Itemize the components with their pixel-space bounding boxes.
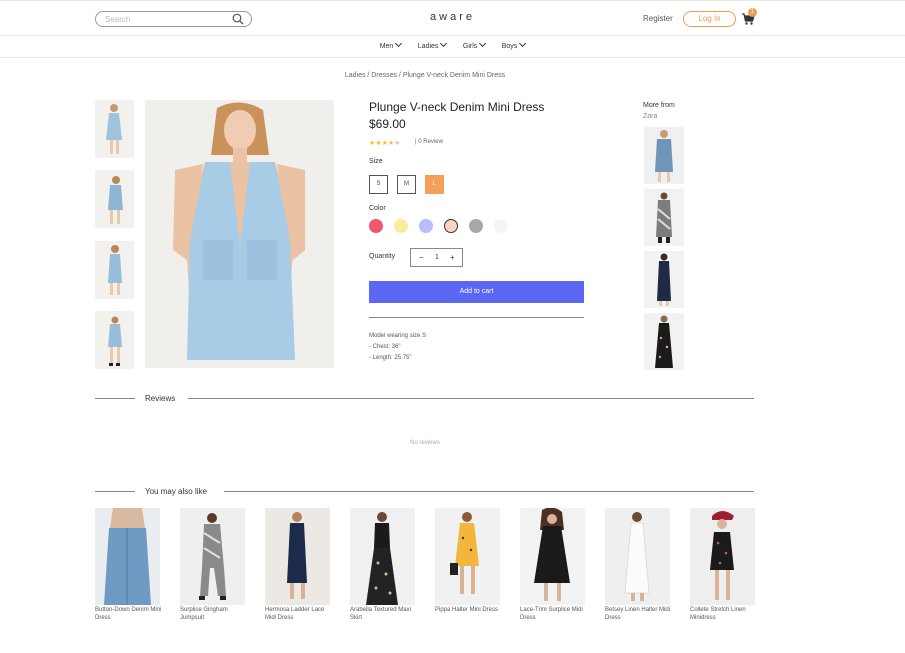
- chevron-down-icon: [479, 39, 487, 48]
- product-thumbnail[interactable]: [95, 241, 134, 299]
- color-swatch-white[interactable]: [494, 219, 508, 233]
- color-swatch-grey[interactable]: [469, 219, 483, 233]
- recommended-product-name[interactable]: Betsey Linen Halter Midi Dress: [605, 606, 675, 622]
- product-details: Model wearing size S - Chest: 36" - Leng…: [369, 331, 426, 364]
- also-like-title: You may also like: [145, 487, 207, 496]
- recommended-product-image[interactable]: [435, 508, 500, 605]
- more-from-brand[interactable]: Zara: [643, 111, 675, 122]
- section-line: [95, 491, 135, 492]
- detail-line: Model wearing size S: [369, 333, 427, 339]
- more-from-product[interactable]: [644, 251, 684, 308]
- star-icon: ★: [394, 140, 401, 147]
- recommended-product-name[interactable]: Arabella Textured Maxi Skirt: [350, 606, 420, 622]
- size-label: Size: [369, 158, 383, 165]
- divider: [369, 317, 584, 318]
- more-from-heading: More from Zara: [643, 100, 675, 122]
- color-swatch-peach[interactable]: [444, 219, 458, 233]
- quantity-label: Quantity: [369, 253, 396, 260]
- detail-line: - Chest: 36": [369, 344, 401, 350]
- product-thumbnail[interactable]: [95, 100, 134, 158]
- chevron-down-icon: [440, 39, 448, 48]
- size-option-l[interactable]: L: [425, 175, 444, 194]
- recommended-product-name[interactable]: Hermosa Ladder Lace Midi Dress: [265, 606, 335, 622]
- minus-icon[interactable]: −: [419, 249, 424, 266]
- nav-label: Ladies: [417, 43, 439, 50]
- color-swatch-yellow[interactable]: [394, 219, 408, 233]
- recommended-product-name[interactable]: Lace-Trim Surplice Midi Dress: [520, 606, 590, 622]
- quantity-stepper: − 1 +: [410, 248, 463, 267]
- recommended-product-image[interactable]: [180, 508, 245, 605]
- recommended-product-image[interactable]: [605, 508, 670, 605]
- more-from-product[interactable]: [644, 313, 684, 370]
- nav-item-boys[interactable]: Boys: [501, 37, 527, 57]
- product-thumbnail[interactable]: [95, 311, 134, 369]
- rating-stars: ★★★★★: [369, 139, 400, 147]
- recommended-product-name[interactable]: Collete Stretch Linen Minidress: [690, 606, 760, 622]
- nav-item-girls[interactable]: Girls: [462, 37, 487, 57]
- recommended-product-name[interactable]: Surplice Gingham Jumpsuit: [180, 606, 250, 622]
- recommended-product-image[interactable]: [520, 508, 585, 605]
- more-from-title: More from: [643, 102, 675, 109]
- nav-item-men[interactable]: Men: [379, 37, 403, 57]
- color-label: Color: [369, 205, 386, 212]
- nav-item-ladies[interactable]: Ladies: [417, 37, 448, 57]
- size-option-s[interactable]: S: [369, 175, 388, 194]
- review-count[interactable]: | 0 Review: [415, 139, 443, 145]
- size-option-m[interactable]: M: [397, 175, 416, 194]
- recommended-product-name[interactable]: Pippa Halter Mini Dress: [435, 606, 505, 614]
- color-swatch-lavender[interactable]: [419, 219, 433, 233]
- add-to-cart-button[interactable]: Add to cart: [369, 281, 584, 303]
- nav-label: Boys: [501, 43, 518, 50]
- main-nav: Men Ladies Girls Boys: [0, 35, 905, 58]
- chevron-down-icon: [519, 39, 527, 48]
- logo[interactable]: aware: [0, 11, 905, 23]
- product-title: Plunge V-neck Denim Mini Dress: [369, 100, 545, 114]
- no-reviews-text: No reviews: [410, 440, 440, 446]
- section-line: [95, 398, 135, 399]
- color-swatch-red[interactable]: [369, 219, 383, 233]
- recommended-product-name[interactable]: Button-Down Denim Mini Dress: [95, 606, 165, 622]
- reviews-title: Reviews: [145, 394, 176, 403]
- nav-label: Men: [379, 43, 394, 50]
- recommended-product-image[interactable]: [95, 508, 160, 605]
- breadcrumb[interactable]: Ladies / Dresses / Plunge V-neck Denim M…: [0, 72, 850, 79]
- register-link[interactable]: Register: [643, 14, 673, 23]
- cart-count-badge: 1: [748, 8, 757, 17]
- section-line: [188, 398, 754, 399]
- detail-line: - Length: 25.75": [369, 355, 412, 361]
- header: aware Register Log In 1: [0, 1, 905, 36]
- recommended-product-image[interactable]: [350, 508, 415, 605]
- product-thumbnail[interactable]: [95, 170, 134, 228]
- quantity-value: 1: [435, 254, 439, 261]
- login-button[interactable]: Log In: [683, 11, 736, 27]
- recommended-product-image[interactable]: [265, 508, 330, 605]
- more-from-product[interactable]: [644, 189, 684, 246]
- plus-icon[interactable]: +: [450, 249, 455, 266]
- chevron-down-icon: [395, 39, 403, 48]
- nav-label: Girls: [462, 43, 478, 50]
- more-from-product[interactable]: [644, 127, 684, 184]
- recommended-product-image[interactable]: [690, 508, 755, 605]
- product-price: $69.00: [369, 117, 406, 131]
- product-main-image[interactable]: [145, 100, 334, 368]
- section-line: [224, 491, 754, 492]
